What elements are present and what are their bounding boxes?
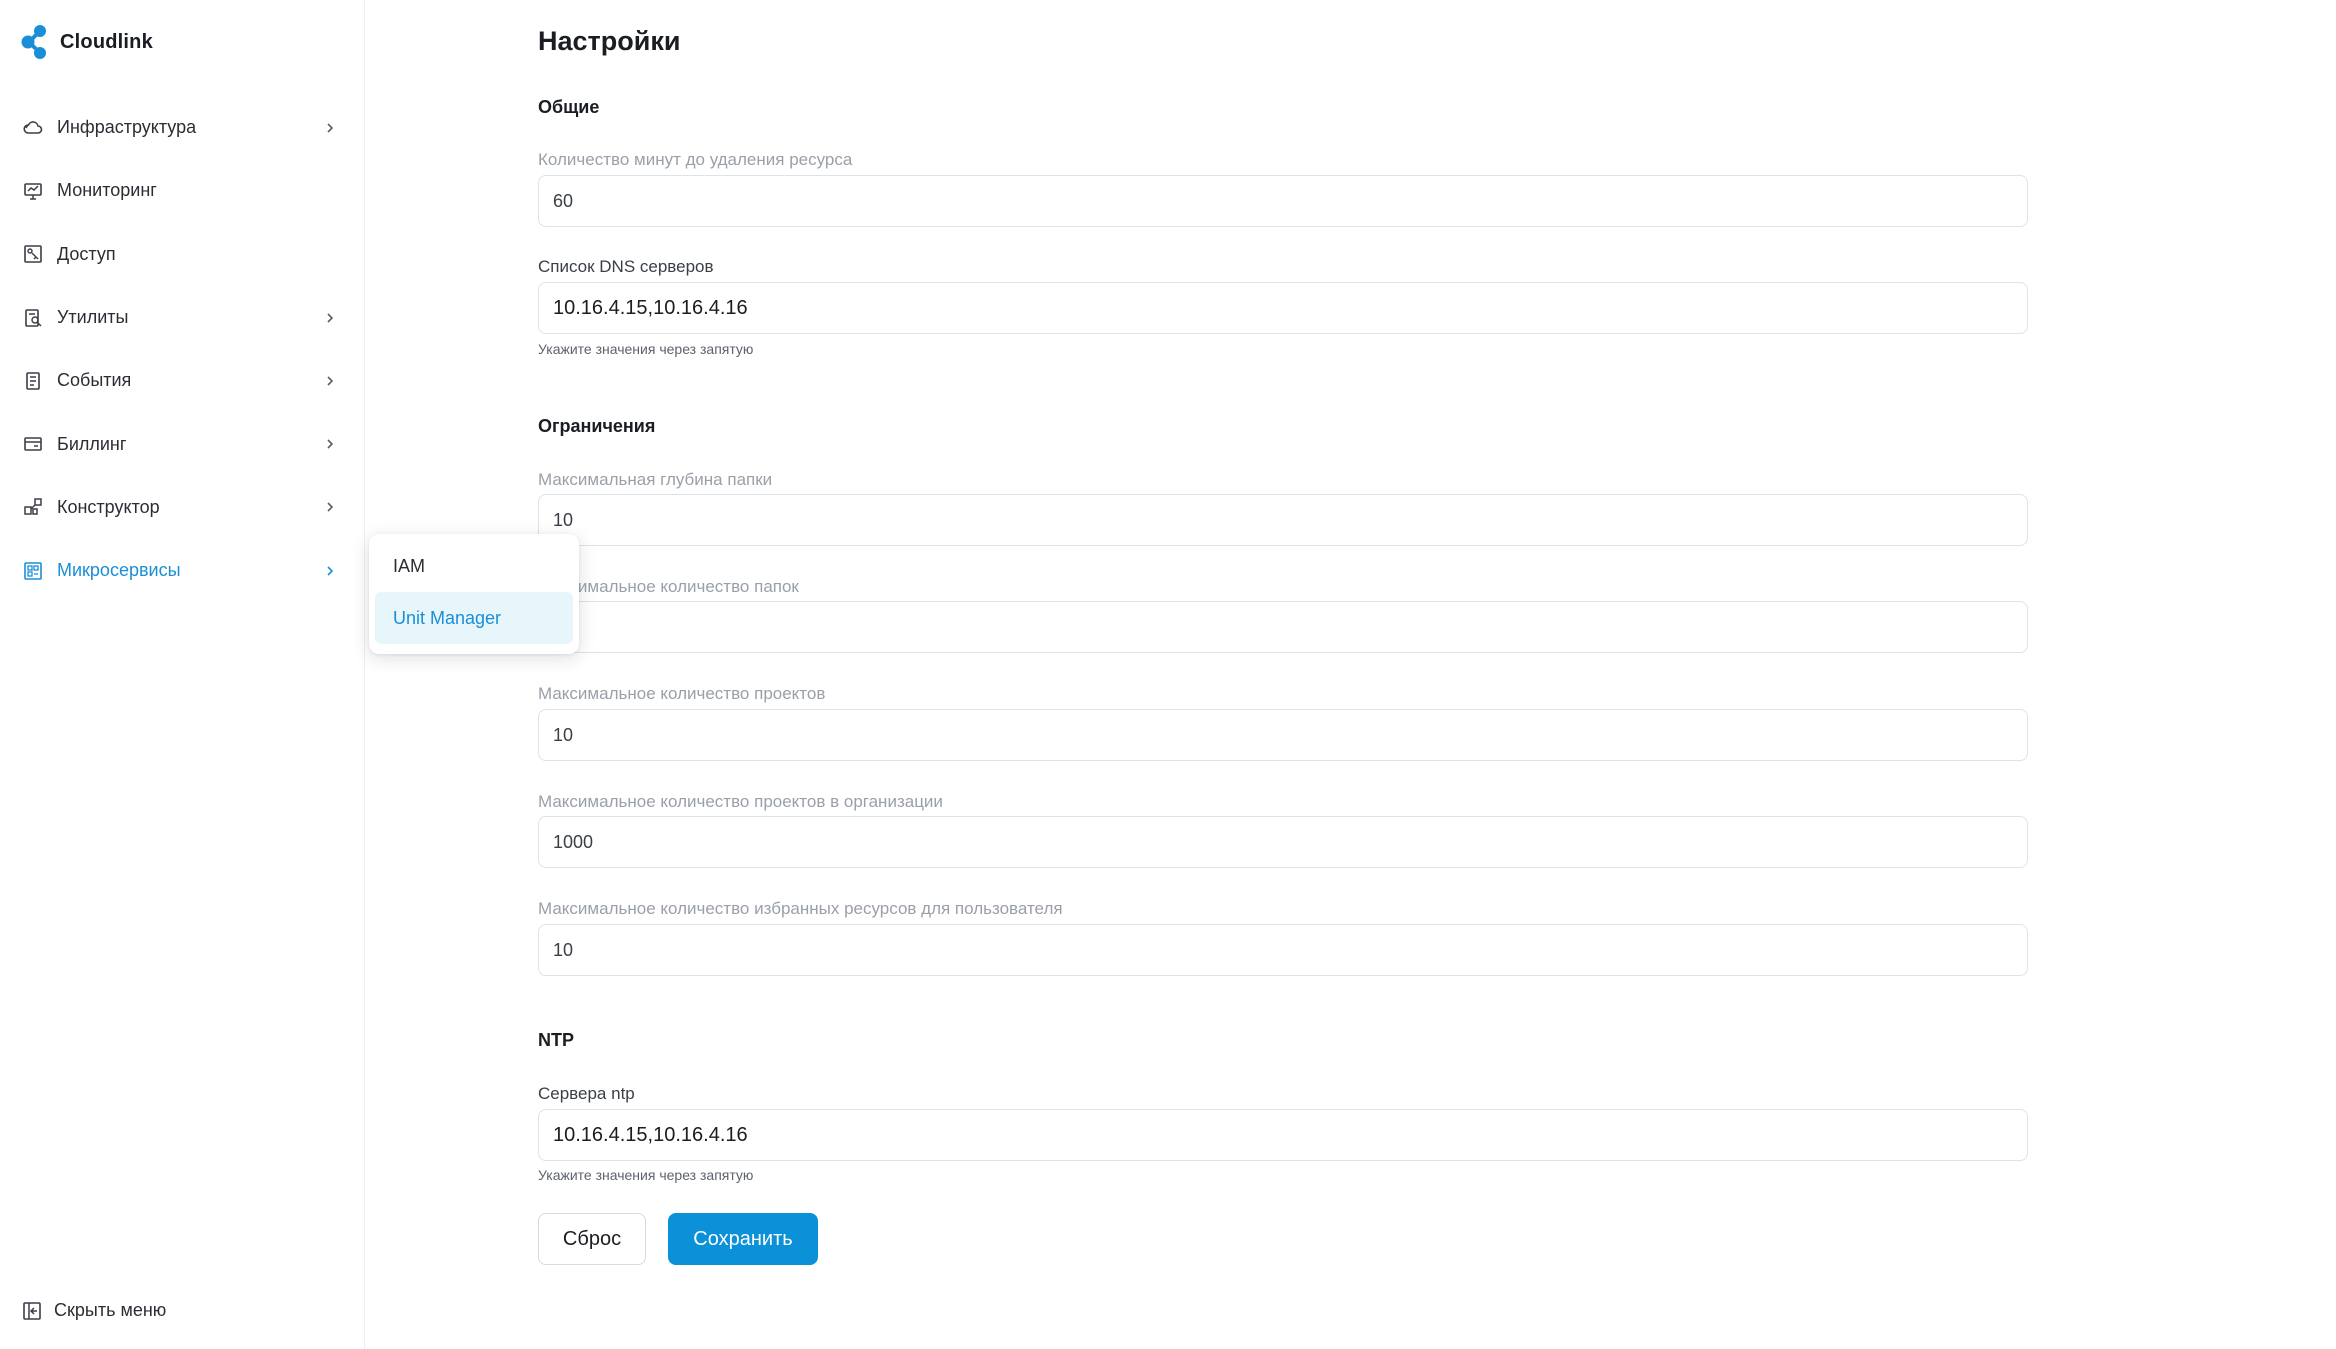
section-title-limits: Ограничения (538, 416, 656, 436)
sidebar-item-label: Утилиты (57, 307, 129, 328)
microservices-icon (22, 560, 44, 582)
sidebar-item-events[interactable]: События (0, 349, 365, 412)
folders-input[interactable] (553, 616, 2013, 638)
collapse-sidebar-icon (23, 1301, 41, 1320)
chevron-right-icon (323, 437, 337, 451)
field-label-ntp: Сервера ntp (538, 1084, 635, 1103)
billing-icon (22, 433, 44, 455)
monitor-icon (22, 180, 44, 202)
sidebar-item-utilities[interactable]: Утилиты (0, 286, 365, 349)
projects-input[interactable] (553, 724, 2013, 746)
sidebar-item-infrastructure[interactable]: Инфраструктура (0, 96, 365, 159)
sidebar-item-microservices[interactable]: Микросервисы (0, 539, 365, 602)
minutes-input[interactable] (553, 190, 2013, 212)
ntp-servers-field[interactable] (538, 1109, 2028, 1161)
access-icon (22, 243, 44, 265)
sidebar-item-label: Инфраструктура (57, 117, 197, 138)
field-label-minutes: Количество минут до удаления ресурса (538, 150, 853, 169)
field-label-projects: Максимальное количество проектов (538, 684, 826, 703)
folders-field[interactable] (538, 601, 2028, 653)
hide-menu-label: Скрыть меню (54, 1300, 167, 1320)
org-projects-field[interactable] (538, 816, 2028, 868)
utilities-icon (22, 307, 44, 329)
reset-button[interactable]: Сброс (538, 1213, 646, 1265)
favorites-field[interactable] (538, 924, 2028, 976)
field-label-folder-depth: Максимальная глубина папки (538, 470, 773, 489)
chevron-right-icon (323, 374, 337, 388)
ntp-hint: Укажите значения через запятую (538, 1167, 754, 1183)
sidebar: Cloudlink Инфраструктура Мониторинг Дост… (0, 0, 365, 1349)
sidebar-item-monitoring[interactable]: Мониторинг (0, 159, 365, 222)
sidebar-item-label: Биллинг (57, 433, 127, 454)
page-title: Настройки (538, 26, 681, 56)
folder-depth-field[interactable] (538, 494, 2028, 546)
section-title-ntp: NTP (538, 1030, 574, 1050)
chevron-right-icon (323, 500, 337, 514)
dns-servers-field[interactable] (538, 282, 2028, 334)
projects-field[interactable] (538, 709, 2028, 761)
chevron-right-icon (323, 564, 337, 578)
dns-hint: Укажите значения через запятую (538, 341, 754, 357)
sidebar-nav: Инфраструктура Мониторинг Доступ Утилиты… (0, 96, 365, 602)
app-name: Cloudlink (60, 30, 153, 53)
sidebar-item-label: Мониторинг (57, 180, 157, 201)
sidebar-item-label: Микросервисы (57, 560, 181, 581)
app-root: Cloudlink Инфраструктура Мониторинг Дост… (0, 0, 2336, 1349)
folder-depth-input[interactable] (553, 509, 2013, 531)
minutes-field[interactable] (538, 175, 2028, 227)
field-label-favorites: Максимальное количество избранных ресурс… (538, 899, 1063, 918)
events-icon (22, 370, 44, 392)
field-label-dns: Список DNS серверов (538, 257, 714, 276)
chevron-right-icon (323, 121, 337, 135)
org-projects-input[interactable] (553, 831, 2013, 853)
cloud-icon (22, 117, 44, 139)
cloudlink-logo-icon (21, 25, 46, 59)
section-title-general: Общие (538, 97, 600, 117)
submenu-item-iam[interactable]: IAM (375, 540, 573, 592)
favorites-input[interactable] (553, 939, 2013, 961)
sidebar-item-label: Конструктор (57, 496, 160, 517)
dns-servers-input[interactable] (553, 296, 2013, 320)
sidebar-item-constructor[interactable]: Конструктор (0, 476, 365, 539)
ntp-servers-input[interactable] (553, 1123, 2013, 1147)
logo[interactable]: Cloudlink (20, 24, 153, 60)
sidebar-item-label: Доступ (57, 243, 116, 264)
chevron-right-icon (323, 311, 337, 325)
hide-menu-button[interactable]: Скрыть меню (22, 1300, 166, 1321)
sidebar-item-access[interactable]: Доступ (0, 223, 365, 286)
sidebar-item-label: События (57, 370, 132, 391)
sidebar-item-billing[interactable]: Биллинг (0, 412, 365, 475)
submenu-item-unit-manager[interactable]: Unit Manager (375, 592, 573, 644)
save-button[interactable]: Сохранить (668, 1213, 818, 1265)
constructor-icon (22, 496, 44, 518)
field-label-org-projects: Максимальное количество проектов в орган… (538, 792, 943, 811)
microservices-submenu: IAM Unit Manager (369, 534, 579, 654)
